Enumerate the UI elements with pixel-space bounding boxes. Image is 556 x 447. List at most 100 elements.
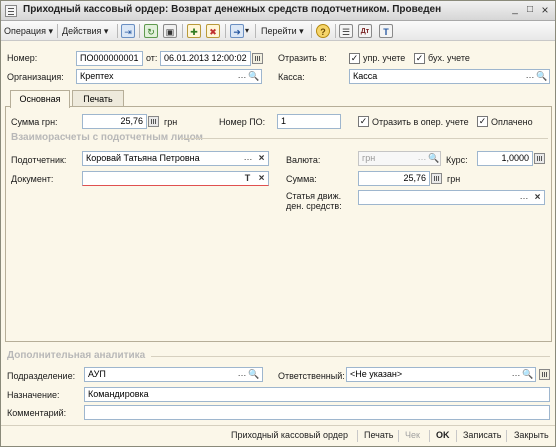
responsible-select-button[interactable]: … [510,368,522,381]
toolbar-separator [57,24,58,38]
organization-select-button[interactable]: … [236,70,248,83]
goto-menu[interactable]: Перейти ▾ [261,24,304,38]
amount-label: Сумма: [286,174,317,184]
comment-field[interactable] [84,405,550,420]
responsible-field[interactable]: <Не указан> … 🔍 [346,367,536,382]
document-label: Документ: [11,174,54,184]
mgmt-accounting-checkbox[interactable]: ✓ [349,53,360,64]
sum-calculator-icon[interactable] [148,116,159,127]
toolbar-separator [139,24,140,38]
accountable-person-field[interactable]: Коровай Татьяна Петровна … × [82,151,269,166]
po-number-field[interactable]: 1 [277,114,341,129]
operation-menu[interactable]: Операция ▾ [4,24,53,38]
command-separator [506,430,507,442]
help-icon[interactable]: ? [316,24,330,38]
title-bar: Приходный кассовый ордер: Возврат денежн… [1,1,555,21]
save-icon[interactable]: ▣ [163,24,177,38]
rate-calculator-icon[interactable] [534,153,545,164]
document-list-icon[interactable]: ☰ [339,24,353,38]
responsible-extra-icon[interactable] [539,369,550,380]
organization-field[interactable]: Крептех … 🔍 [76,69,262,84]
amount-field[interactable]: 25,76 [358,171,430,186]
cash-flow-clear-icon[interactable]: × [532,191,543,204]
accounting-label: бух. учете [428,53,470,63]
tab-main[interactable]: Основная [10,90,70,108]
date-field[interactable]: 06.01.2013 12:00:02 [160,51,251,66]
close-window-button[interactable]: × [538,4,552,17]
section-divider [151,356,550,357]
cash-select-button[interactable]: … [524,70,536,83]
print-button[interactable]: Печать [364,430,393,440]
post-document-icon[interactable]: ✚ [187,24,201,38]
document-field[interactable]: T × [82,171,269,186]
document-icon [5,5,17,17]
amount-calculator-icon[interactable] [431,173,442,184]
cash-flow-label-line1: Статья движ. [286,191,342,201]
paid-label: Оплачено [491,117,533,127]
paid-checkbox[interactable]: ✓ [477,116,488,127]
minimize-button[interactable]: _ [508,4,522,17]
maximize-button[interactable]: □ [523,4,537,17]
accounting-checkbox[interactable]: ✓ [414,53,425,64]
window-title: Приходный кассовый ордер: Возврат денежн… [23,4,442,15]
number-label: Номер: [7,53,38,63]
document-window: Приходный кассовый ордер: Возврат денежн… [0,0,556,447]
command-separator [429,430,430,442]
department-select-button[interactable]: … [236,368,248,381]
comment-label: Комментарий: [7,408,67,418]
command-separator [456,430,457,442]
mgmt-accounting-label: упр. учете [363,53,406,63]
document-clear-icon[interactable]: × [256,172,267,185]
command-separator [357,430,358,442]
purpose-field[interactable]: Командировка [84,387,550,402]
department-field[interactable]: АУП … 🔍 [84,367,263,382]
purpose-label: Назначение: [7,390,60,400]
calendar-icon[interactable] [252,53,263,64]
responsible-value: <Не указан> [350,369,403,379]
refresh-icon[interactable]: ↻ [144,24,158,38]
section-divider [181,138,548,139]
accountable-person-clear-icon[interactable]: × [256,152,267,165]
responsible-open-icon[interactable]: 🔍 [522,368,533,381]
department-value: АУП [88,369,106,379]
based-on-dropdown-icon[interactable]: ▾ [245,24,249,38]
toolbar-separator [182,24,183,38]
structure-icon[interactable]: T [379,24,393,38]
oper-accounting-checkbox[interactable]: ✓ [358,116,369,127]
amount-unit: грн [447,174,461,184]
currency-open-icon: 🔍 [428,153,440,163]
cash-flow-select-button[interactable]: … [518,191,530,204]
rate-field[interactable]: 1,0000 [477,151,533,166]
document-type-icon[interactable]: T [242,172,253,185]
based-on-icon[interactable]: ➜ [230,24,244,38]
sum-field[interactable]: 25,76 [82,114,147,129]
actions-menu[interactable]: Действия ▾ [62,24,108,38]
post-and-close-icon[interactable]: ⇥ [121,24,135,38]
number-field[interactable]: ПО000000001 [76,51,143,66]
cash-flow-field[interactable]: … × [358,190,545,205]
save-button[interactable]: Записать [463,430,501,440]
sum-label: Сумма грн: [11,117,58,127]
cash-field[interactable]: Касса … 🔍 [349,69,550,84]
reflect-label: Отразить в: [278,53,327,63]
currency-select-button: … [417,152,427,162]
ok-button[interactable]: OK [436,430,450,440]
organization-open-icon[interactable]: 🔍 [248,70,259,83]
cash-flow-label-line2: ден. средств: [286,201,342,211]
tab-print[interactable]: Печать [72,90,124,107]
cash-label: Касса: [278,72,305,82]
responsible-label: Ответственный: [278,371,345,381]
toolbar-separator [117,24,118,38]
accountable-person-value: Коровай Татьяна Петровна [86,153,200,163]
unpost-document-icon[interactable]: ✖ [206,24,220,38]
print-form-button[interactable]: Приходный кассовый ордер [231,430,348,440]
accountable-person-label: Подотчетник: [11,155,67,165]
accountable-person-select-button[interactable]: … [242,152,254,165]
rate-label: Курс: [446,155,468,165]
settlements-section-title: Взаиморасчеты с подотчетным лицом [11,132,203,143]
dt-kt-icon[interactable]: Дт [358,24,372,38]
cash-open-icon[interactable]: 🔍 [536,70,547,83]
close-button[interactable]: Закрыть [514,430,549,440]
organization-label: Организация: [7,72,64,82]
department-open-icon[interactable]: 🔍 [248,368,259,381]
